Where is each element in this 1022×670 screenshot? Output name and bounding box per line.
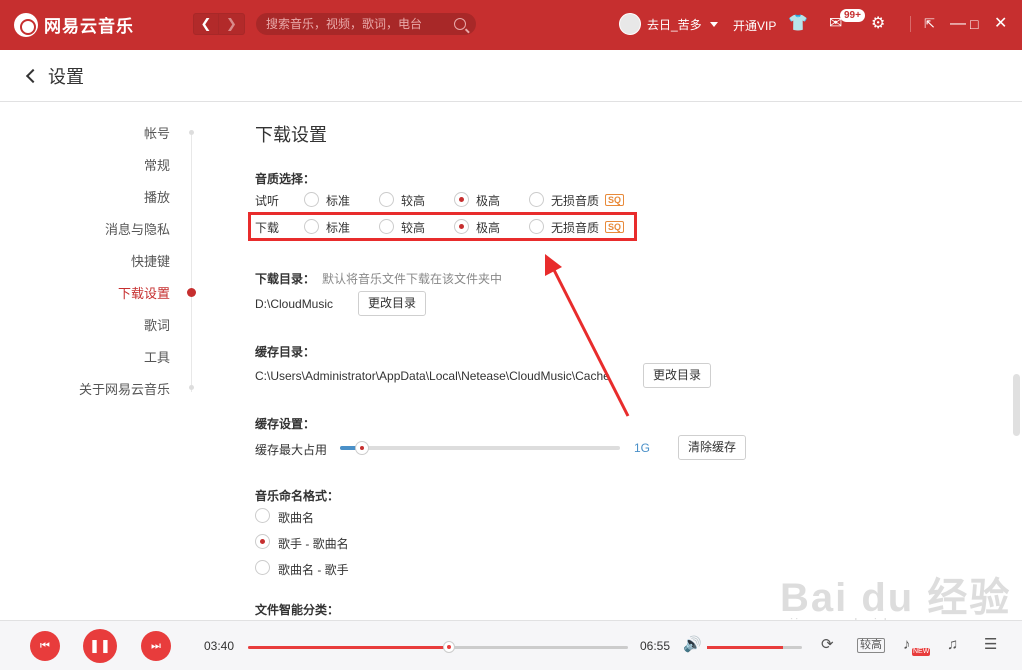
tshirt-skin-icon[interactable]: 👕: [788, 15, 808, 33]
slider-handle[interactable]: [355, 441, 370, 455]
cache-dir-label: 缓存目录：: [255, 345, 316, 359]
radio-preview-extreme[interactable]: [454, 192, 469, 207]
sidebar-item-download[interactable]: 下载设置: [118, 283, 170, 302]
quality-row-label: 试听: [255, 194, 280, 208]
back-nav-button[interactable]: ❮: [193, 13, 219, 35]
settings-header: 设置: [0, 50, 1022, 102]
search-icon[interactable]: [454, 18, 466, 30]
forward-nav-button[interactable]: ❯: [219, 13, 245, 35]
clear-cache-button[interactable]: 清除缓存: [678, 435, 747, 460]
quality-button[interactable]: 较高: [857, 638, 885, 653]
radio-preview-higher[interactable]: [379, 192, 394, 207]
divider: [910, 16, 911, 32]
radio-preview-standard[interactable]: [304, 192, 319, 207]
sidebar-item-about[interactable]: 关于网易云音乐: [79, 379, 170, 398]
sidebar-item-lyrics[interactable]: 歌词: [144, 315, 170, 334]
mini-mode-icon[interactable]: ⇱: [924, 15, 935, 33]
app-name: 网易云音乐: [44, 17, 134, 36]
sidebar-item-playback[interactable]: 播放: [144, 187, 170, 206]
volume-slider[interactable]: [707, 646, 802, 649]
download-dir-hint: 默认将音乐文件下载在该文件夹中: [322, 272, 503, 286]
sidebar-item-shortcuts[interactable]: 快捷键: [131, 251, 170, 270]
avatar[interactable]: [619, 13, 641, 35]
chevron-right-icon: ❯: [226, 16, 237, 31]
download-dir-path: D:\CloudMusic: [255, 297, 334, 311]
back-arrow-icon[interactable]: [25, 68, 41, 83]
search-box[interactable]: [256, 13, 476, 35]
close-icon[interactable]: ✕: [994, 15, 1007, 33]
radio-naming-song[interactable]: [255, 508, 270, 523]
progress-bar[interactable]: [248, 641, 628, 653]
current-time: 03:40: [204, 639, 235, 653]
player-bar: ⏮ ❚❚ ⏭ 03:40 06:55 🔊 ⟳ 较高 ♪ NEW ♫ ☰: [0, 620, 1022, 670]
previous-track-button[interactable]: ⏮: [30, 631, 60, 661]
minimize-icon[interactable]: —: [950, 15, 966, 33]
message-badge: 99+: [840, 9, 865, 22]
next-track-button[interactable]: ⏭: [141, 631, 171, 661]
pause-icon: ❚❚: [89, 638, 111, 653]
user-menu[interactable]: 去日_苦多: [619, 13, 718, 35]
download-dir-label: 下载目录：: [255, 272, 316, 286]
annotation-highlight-box: [248, 212, 637, 241]
naming-option: 歌曲名 - 歌手: [278, 563, 349, 577]
option-label: 无损音质: [551, 194, 600, 208]
vip-link[interactable]: 开通VIP: [733, 17, 776, 34]
sidebar-item-privacy[interactable]: 消息与隐私: [105, 219, 170, 238]
total-time: 06:55: [640, 639, 671, 653]
section-title: 下载设置: [255, 125, 327, 145]
option-label: 较高: [401, 194, 426, 208]
app-window: 网易云音乐 ❮ ❯ 去日_苦多 开通VIP 👕 ✉ 99+ ⚙ ⇱ — □ ✕ …: [0, 0, 1022, 670]
caret-down-icon[interactable]: [709, 21, 718, 27]
previous-icon: ⏮: [40, 639, 50, 652]
pause-button[interactable]: ❚❚: [83, 629, 117, 663]
sidebar-item-account[interactable]: 帐号: [144, 123, 170, 142]
app-logo[interactable]: 网易云音乐: [14, 12, 134, 37]
cache-max-label: 缓存最大占用: [255, 443, 328, 457]
sidebar-item-general[interactable]: 常规: [144, 155, 170, 174]
gear-icon[interactable]: ⚙: [871, 15, 885, 33]
sidebar-dot: [189, 385, 194, 390]
user-name[interactable]: 去日_苦多: [647, 16, 702, 33]
page-title: 设置: [48, 66, 84, 87]
title-bar: 网易云音乐 ❮ ❯ 去日_苦多 开通VIP 👕 ✉ 99+ ⚙ ⇱ — □ ✕: [0, 0, 1022, 50]
quality-label: 音质选择：: [255, 172, 316, 186]
sound-effect-icon[interactable]: ♪: [903, 636, 911, 654]
search-input[interactable]: [266, 17, 454, 31]
scrollbar[interactable]: [1013, 374, 1020, 436]
cache-setting-label: 缓存设置：: [255, 417, 316, 431]
sidebar-dot: [189, 130, 194, 135]
sidebar-line: [191, 132, 192, 392]
change-cache-dir-button[interactable]: 更改目录: [643, 363, 712, 388]
progress-fill: [248, 646, 450, 649]
new-badge: NEW: [912, 648, 931, 656]
next-icon: ⏭: [151, 639, 161, 652]
chevron-left-icon: ❮: [200, 16, 212, 31]
cache-dir-path: C:\Users\Administrator\AppData\Local\Net…: [255, 369, 610, 383]
active-indicator: [187, 288, 196, 297]
radio-preview-lossless[interactable]: [529, 192, 544, 207]
change-download-dir-button[interactable]: 更改目录: [358, 291, 427, 316]
loop-icon[interactable]: ⟳: [821, 636, 834, 654]
settings-content: 下载设置 音质选择： 试听 标准 较高 极高 无损音质 SQ 下载 标准 较高 …: [255, 102, 995, 620]
progress-handle[interactable]: [443, 641, 456, 653]
naming-format-label: 音乐命名格式：: [255, 489, 340, 503]
volume-fill: [707, 646, 783, 649]
sq-badge: SQ: [605, 194, 625, 206]
option-label: 极高: [476, 194, 501, 208]
smart-classify-label: 文件智能分类：: [255, 603, 340, 617]
naming-option: 歌曲名: [278, 511, 315, 525]
sidebar-item-tools[interactable]: 工具: [144, 347, 170, 366]
netease-logo-icon: [14, 12, 38, 37]
radio-naming-song-artist[interactable]: [255, 560, 270, 575]
naming-option: 歌手 - 歌曲名: [278, 537, 349, 551]
playlist-icon[interactable]: ☰: [984, 636, 997, 654]
nav-buttons: ❮ ❯: [193, 13, 245, 35]
cache-size-value: 1G: [634, 441, 651, 455]
cache-size-slider[interactable]: [340, 441, 620, 455]
radio-naming-artist-song[interactable]: [255, 534, 270, 549]
maximize-icon[interactable]: □: [970, 15, 978, 33]
lyrics-icon[interactable]: ♫: [947, 636, 958, 654]
volume-icon[interactable]: 🔊: [683, 636, 702, 654]
option-label: 标准: [326, 194, 351, 208]
